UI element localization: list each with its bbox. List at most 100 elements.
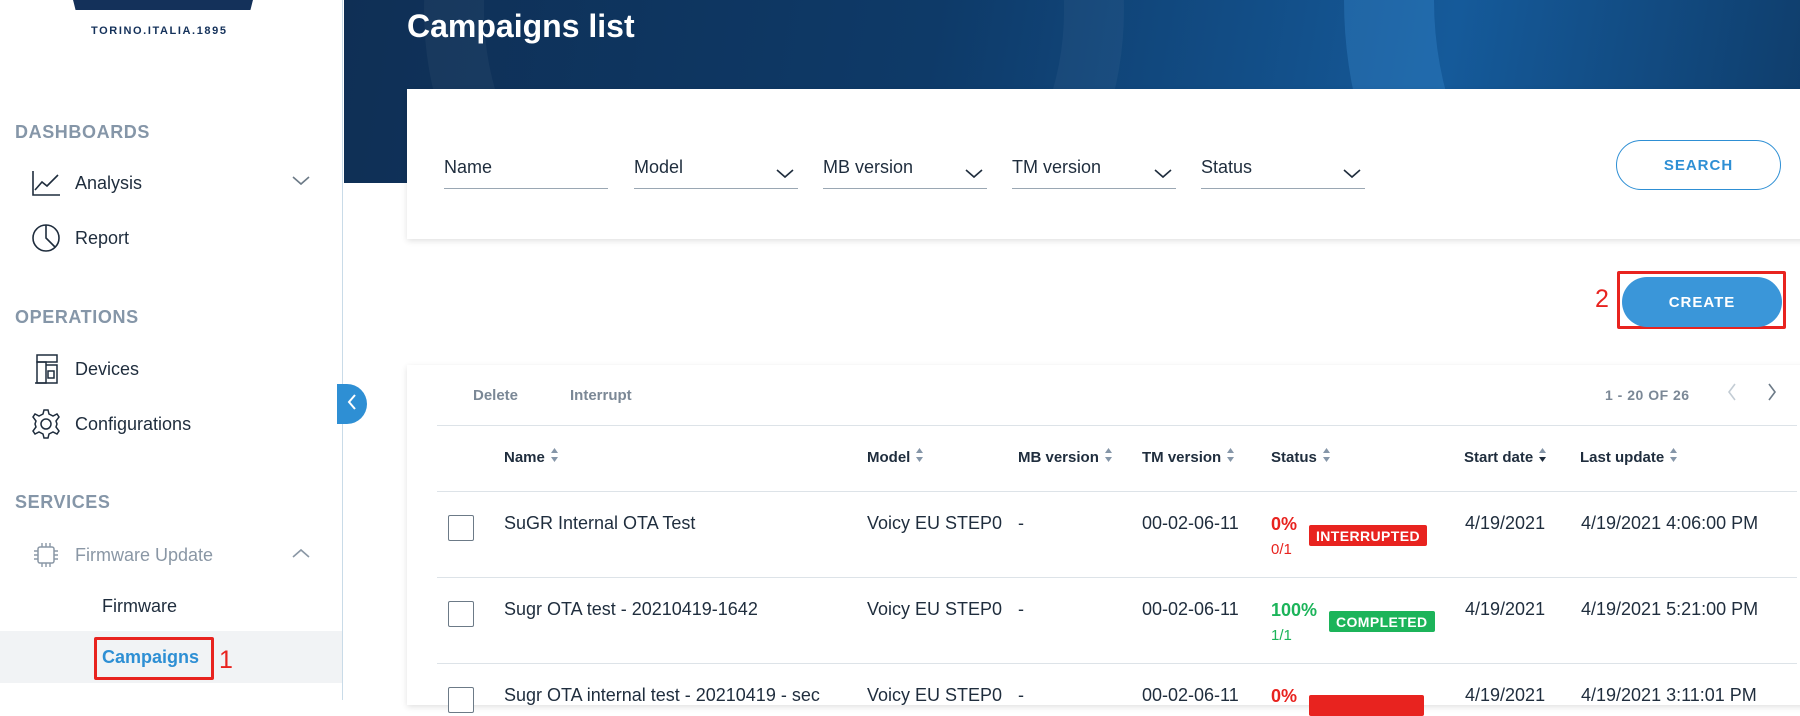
cell-tm-version: 00-02-06-11 [1142, 685, 1239, 705]
column-header-tm-version[interactable]: TM version [1142, 447, 1235, 467]
divider [437, 577, 1797, 578]
sidebar-item-configurations[interactable]: Configurations [30, 404, 320, 444]
cell-tm-version: 00-02-06-11 [1142, 599, 1239, 619]
status-badge: INTERRUPTED [1309, 525, 1427, 546]
filter-label: Model [634, 157, 684, 177]
progress-fraction: 1/1 [1271, 627, 1292, 644]
chevron-down-icon [1154, 163, 1172, 184]
column-header-last-update[interactable]: Last update [1580, 447, 1678, 467]
filter-panel: Name Model MB version TM version Status … [407, 89, 1800, 239]
chip-icon [30, 539, 62, 571]
annotation-marker-1: 1 [219, 646, 233, 674]
brand-logo [70, 0, 256, 10]
column-label: Name [504, 448, 545, 466]
row-checkbox[interactable] [448, 515, 474, 541]
cell-model: Voicy EU STEP0 [867, 513, 1003, 533]
sidebar: TORINO.ITALIA.1895 DASHBOARDS Analysis R… [0, 0, 343, 700]
row-checkbox[interactable] [448, 601, 474, 627]
cell-start-date: 4/19/2021 [1465, 685, 1546, 705]
gear-icon [30, 408, 62, 440]
cell-name[interactable]: Sugr OTA test - 20210419-1642 [504, 599, 758, 620]
collapse-sidebar-button[interactable] [337, 384, 367, 424]
column-label: MB version [1018, 448, 1099, 466]
column-label: Model [867, 448, 911, 466]
sidebar-item-firmware-update[interactable]: Firmware Update [30, 535, 320, 575]
chevron-up-icon[interactable] [292, 545, 310, 563]
cell-tm-version: 00-02-06-11 [1142, 513, 1239, 533]
status-badge [1309, 695, 1424, 716]
cell-model: Voicy EU STEP0 [867, 685, 1003, 705]
column-label: Status [1271, 448, 1317, 466]
sort-icon [550, 447, 559, 467]
prev-page-icon[interactable] [1727, 383, 1737, 406]
section-dashboards: DASHBOARDS [15, 122, 151, 142]
status-filter-select[interactable]: Status [1201, 149, 1365, 189]
progress-percent: 0% [1271, 514, 1298, 534]
section-services: SERVICES [15, 492, 111, 512]
mb-version-filter-select[interactable]: MB version [823, 149, 987, 189]
delete-button[interactable]: Delete [473, 387, 518, 404]
annotation-box-1 [94, 637, 214, 680]
column-header-status[interactable]: Status [1271, 447, 1331, 467]
cell-last-update: 4/19/2021 5:21:00 PM [1581, 599, 1759, 619]
section-operations: OPERATIONS [15, 307, 139, 327]
column-header-model[interactable]: Model [867, 447, 924, 467]
filter-label: Status [1201, 157, 1253, 177]
create-button[interactable]: CREATE [1622, 277, 1782, 327]
divider [437, 425, 1797, 426]
cell-model: Voicy EU STEP0 [867, 599, 1003, 619]
column-label: Last update [1580, 448, 1665, 466]
tm-version-filter-select[interactable]: TM version [1012, 149, 1176, 189]
model-filter-select[interactable]: Model [634, 149, 798, 189]
cell-last-update: 4/19/2021 3:11:01 PM [1581, 685, 1757, 705]
cell-mb-version: - [1018, 599, 1024, 619]
chevron-down-icon [1343, 163, 1361, 184]
sidebar-item-label: Firmware Update [75, 544, 214, 565]
sidebar-item-label: Report [75, 227, 130, 248]
sort-icon [1322, 447, 1331, 467]
search-button[interactable]: SEARCH [1616, 140, 1781, 190]
cell-mb-version: - [1018, 513, 1024, 533]
filter-label: Name [444, 157, 493, 177]
column-label: TM version [1142, 448, 1222, 466]
campaigns-table: Delete Interrupt 1 - 20 OF 26 Name Model… [407, 365, 1800, 716]
progress-percent: 100% [1271, 600, 1318, 620]
annotation-marker-2: 2 [1595, 285, 1609, 313]
cell-name[interactable]: SuGR Internal OTA Test [504, 513, 695, 534]
chart-line-icon [30, 167, 62, 199]
sidebar-item-analysis[interactable]: Analysis [30, 163, 320, 203]
divider [437, 663, 1797, 664]
cell-mb-version: - [1018, 685, 1024, 705]
sidebar-item-label: Configurations [75, 413, 192, 434]
cell-start-date: 4/19/2021 [1465, 513, 1546, 533]
interrupt-button[interactable]: Interrupt [570, 387, 632, 404]
chevron-left-icon [347, 393, 357, 415]
chevron-down-icon[interactable] [292, 173, 310, 191]
divider [437, 491, 1797, 492]
column-header-mb-version[interactable]: MB version [1018, 447, 1113, 467]
sidebar-subitem-firmware[interactable]: Firmware [102, 596, 177, 617]
filter-label: MB version [823, 157, 914, 177]
column-header-start-date[interactable]: Start date [1464, 447, 1547, 467]
filter-label: TM version [1012, 157, 1102, 177]
row-checkbox[interactable] [448, 687, 474, 713]
sidebar-item-devices[interactable]: Devices [30, 349, 320, 389]
column-label: Start date [1464, 448, 1534, 466]
coffee-machine-icon [30, 353, 62, 385]
cell-last-update: 4/19/2021 4:06:00 PM [1581, 513, 1759, 533]
name-filter-input[interactable]: Name [444, 149, 608, 189]
status-badge: COMPLETED [1329, 611, 1435, 632]
cell-name[interactable]: Sugr OTA internal test - 20210419 - sec [504, 685, 820, 706]
chevron-down-icon [965, 163, 983, 184]
sort-icon [1104, 447, 1113, 467]
sort-icon [1669, 447, 1678, 467]
pie-chart-icon [30, 222, 62, 254]
chevron-down-icon [776, 163, 794, 184]
sort-icon [1226, 447, 1235, 467]
column-header-name[interactable]: Name [504, 447, 559, 467]
sidebar-item-report[interactable]: Report [30, 218, 320, 258]
page-title: Campaigns list [407, 8, 635, 44]
next-page-icon[interactable] [1767, 383, 1777, 406]
sort-icon [915, 447, 924, 467]
pagination-info: 1 - 20 OF 26 [1605, 387, 1690, 403]
